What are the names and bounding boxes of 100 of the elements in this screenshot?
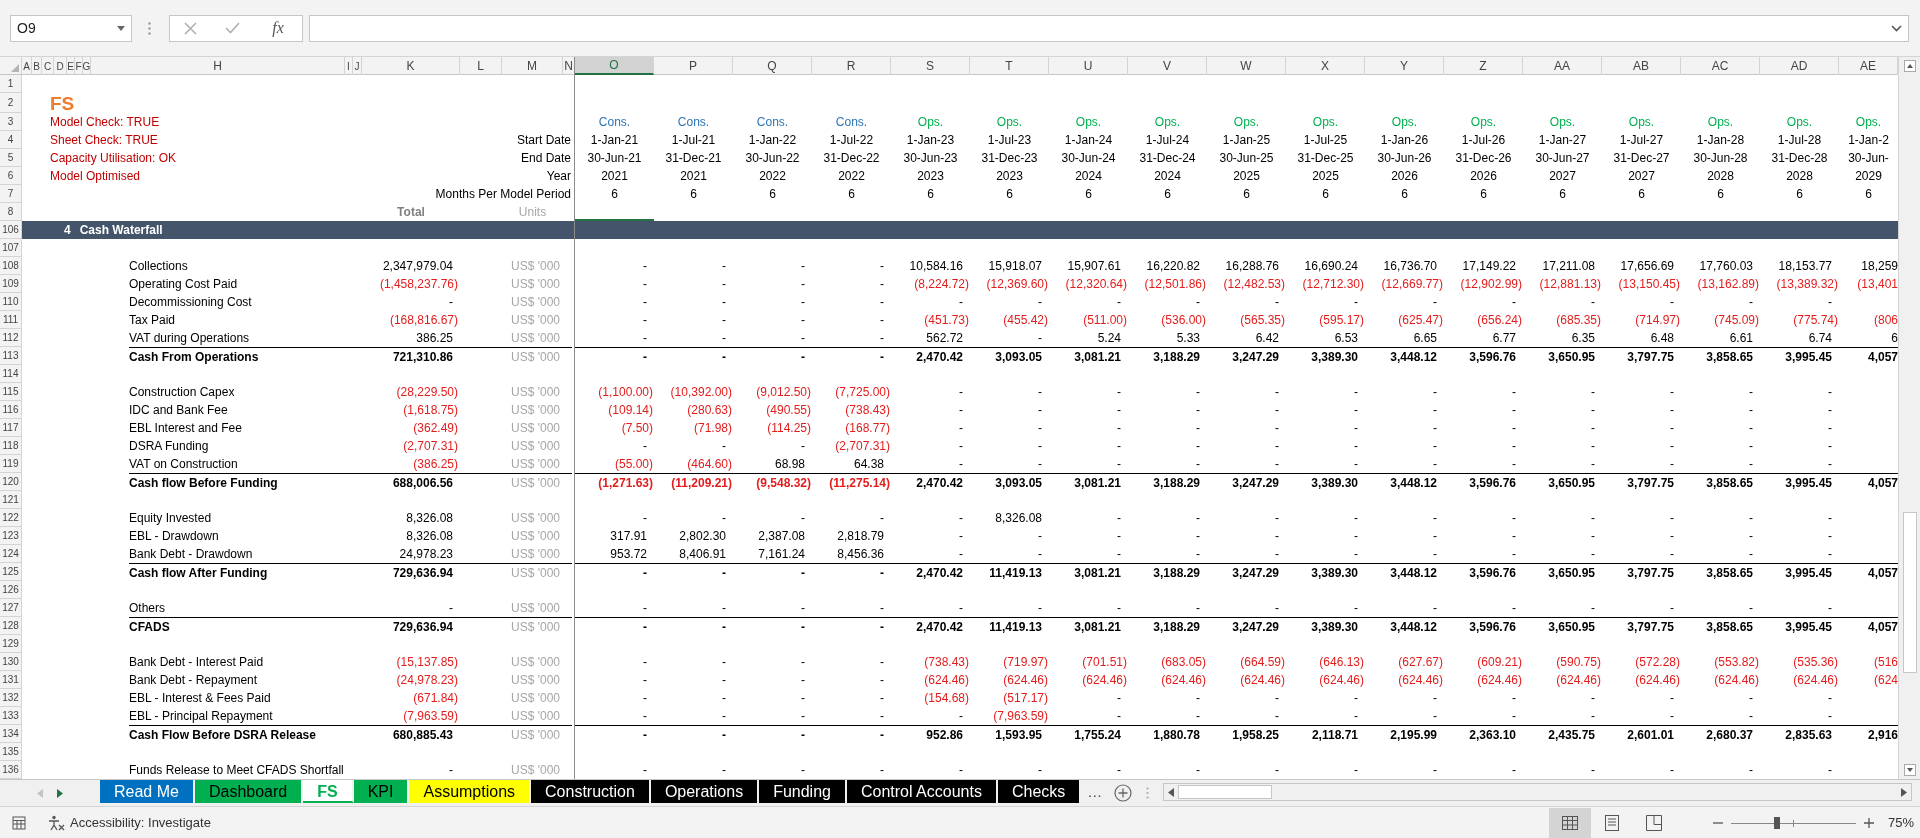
row-number[interactable]: 120 — [0, 473, 22, 491]
add-sheet-icon[interactable] — [1114, 784, 1133, 802]
row-number[interactable]: 126 — [0, 581, 22, 599]
column-header[interactable]: M — [502, 57, 563, 75]
row-number[interactable]: 129 — [0, 635, 22, 653]
row-number[interactable]: 2 — [0, 93, 22, 113]
column-header[interactable]: S — [891, 57, 970, 75]
row-number[interactable]: 5 — [0, 149, 22, 167]
sheet-tab[interactable]: Construction — [531, 780, 651, 803]
more-tabs-button[interactable]: … — [1087, 780, 1103, 804]
column-header[interactable]: P — [654, 57, 733, 75]
column-header[interactable]: W — [1207, 57, 1286, 75]
column-header[interactable]: X — [1286, 57, 1365, 75]
normal-view-button[interactable] — [1548, 807, 1591, 838]
scrollbar-thumb[interactable] — [1178, 785, 1273, 799]
horizontal-scrollbar[interactable] — [1163, 783, 1912, 801]
column-header[interactable]: T — [970, 57, 1049, 75]
column-header[interactable]: V — [1128, 57, 1207, 75]
scrollbar-thumb[interactable] — [1902, 512, 1917, 673]
row-number[interactable]: 109 — [0, 275, 22, 293]
row-number[interactable]: 114 — [0, 365, 22, 383]
column-header[interactable]: J — [353, 57, 362, 75]
column-header[interactable]: E — [67, 57, 75, 75]
row-number[interactable]: 127 — [0, 599, 22, 617]
sheet-tab[interactable]: Control Accounts — [846, 780, 998, 803]
row-number[interactable]: 106 — [0, 221, 22, 239]
formula-input[interactable] — [309, 14, 1909, 42]
sheet-tab[interactable]: Read Me — [100, 780, 195, 803]
row-number[interactable]: 131 — [0, 671, 22, 689]
sheet-tab[interactable]: Assumptions — [409, 780, 532, 803]
accessibility-status[interactable]: Accessibility: Investigate — [70, 812, 211, 833]
row-number[interactable]: 108 — [0, 257, 22, 275]
row-number[interactable]: 107 — [0, 239, 22, 257]
zoom-slider[interactable] — [1730, 816, 1856, 829]
column-header[interactable]: G — [83, 57, 91, 75]
row-number[interactable]: 119 — [0, 455, 22, 473]
sheet-tab[interactable]: Funding — [759, 780, 847, 803]
scroll-down-icon[interactable] — [1903, 764, 1916, 776]
row-number[interactable]: 4 — [0, 131, 22, 149]
row-number[interactable]: 113 — [0, 347, 22, 365]
column-header[interactable]: Q — [733, 57, 812, 75]
row-number[interactable]: 115 — [0, 383, 22, 401]
sheet-tab[interactable]: Checks — [997, 780, 1082, 803]
column-header[interactable]: Y — [1365, 57, 1444, 75]
name-box[interactable]: O9 — [10, 14, 132, 42]
column-header[interactable]: AD — [1760, 57, 1839, 75]
row-number[interactable]: 3 — [0, 113, 22, 131]
column-header[interactable]: Z — [1444, 57, 1523, 75]
row-number[interactable]: 124 — [0, 545, 22, 563]
expand-icon[interactable] — [1891, 24, 1902, 32]
column-header[interactable]: R — [812, 57, 891, 75]
column-header[interactable]: H — [91, 57, 345, 75]
scroll-left-icon[interactable] — [1168, 787, 1175, 797]
slider-thumb[interactable] — [1774, 816, 1781, 829]
row-number[interactable]: 112 — [0, 329, 22, 347]
sheet-tab[interactable]: Operations — [650, 780, 760, 803]
zoom-level[interactable]: 75% — [1887, 812, 1914, 833]
accessibility-icon[interactable] — [48, 814, 66, 831]
row-number[interactable]: 134 — [0, 725, 22, 743]
column-header[interactable]: A — [22, 57, 32, 75]
row-number[interactable]: 123 — [0, 527, 22, 545]
column-header[interactable]: F — [75, 57, 83, 75]
column-header[interactable]: L — [460, 57, 502, 75]
row-number[interactable]: 135 — [0, 743, 22, 761]
sheet-tab[interactable]: KPI — [353, 780, 410, 803]
row-number[interactable]: 128 — [0, 617, 22, 635]
sheet-tab[interactable]: Dashboard — [194, 780, 304, 803]
row-number[interactable]: 130 — [0, 653, 22, 671]
row-number[interactable]: 6 — [0, 167, 22, 185]
column-header[interactable]: AB — [1602, 57, 1681, 75]
row-number[interactable]: 122 — [0, 509, 22, 527]
scroll-right-icon[interactable] — [1901, 787, 1907, 797]
row-number[interactable]: 121 — [0, 491, 22, 509]
row-number[interactable]: 125 — [0, 563, 22, 581]
next-sheet-icon[interactable] — [57, 788, 63, 798]
column-header[interactable]: B — [32, 57, 42, 75]
zoom-in-icon[interactable] — [1863, 817, 1874, 828]
insert-function-button[interactable]: fx — [268, 16, 288, 40]
column-header[interactable]: K — [362, 57, 460, 75]
column-header[interactable]: O — [575, 57, 654, 75]
column-header[interactable]: AC — [1681, 57, 1760, 75]
row-number[interactable]: 132 — [0, 689, 22, 707]
column-header[interactable]: AA — [1523, 57, 1602, 75]
column-header[interactable]: U — [1049, 57, 1128, 75]
column-header[interactable]: I — [345, 57, 353, 75]
column-header[interactable]: C — [42, 57, 54, 75]
check-icon[interactable] — [225, 22, 241, 34]
row-number[interactable]: 110 — [0, 293, 22, 311]
row-number[interactable]: 117 — [0, 419, 22, 437]
row-number[interactable]: 133 — [0, 707, 22, 725]
row-number[interactable]: 118 — [0, 437, 22, 455]
row-number[interactable]: 116 — [0, 401, 22, 419]
row-number[interactable]: 1 — [0, 75, 22, 93]
row-number[interactable]: 8 — [0, 203, 22, 221]
column-header[interactable]: D — [54, 57, 67, 75]
sheet-stats-icon[interactable] — [12, 815, 26, 830]
scroll-up-icon[interactable] — [1903, 60, 1916, 72]
row-number[interactable]: 7 — [0, 185, 22, 203]
row-number[interactable]: 111 — [0, 311, 22, 329]
row-number[interactable]: 136 — [0, 761, 22, 779]
